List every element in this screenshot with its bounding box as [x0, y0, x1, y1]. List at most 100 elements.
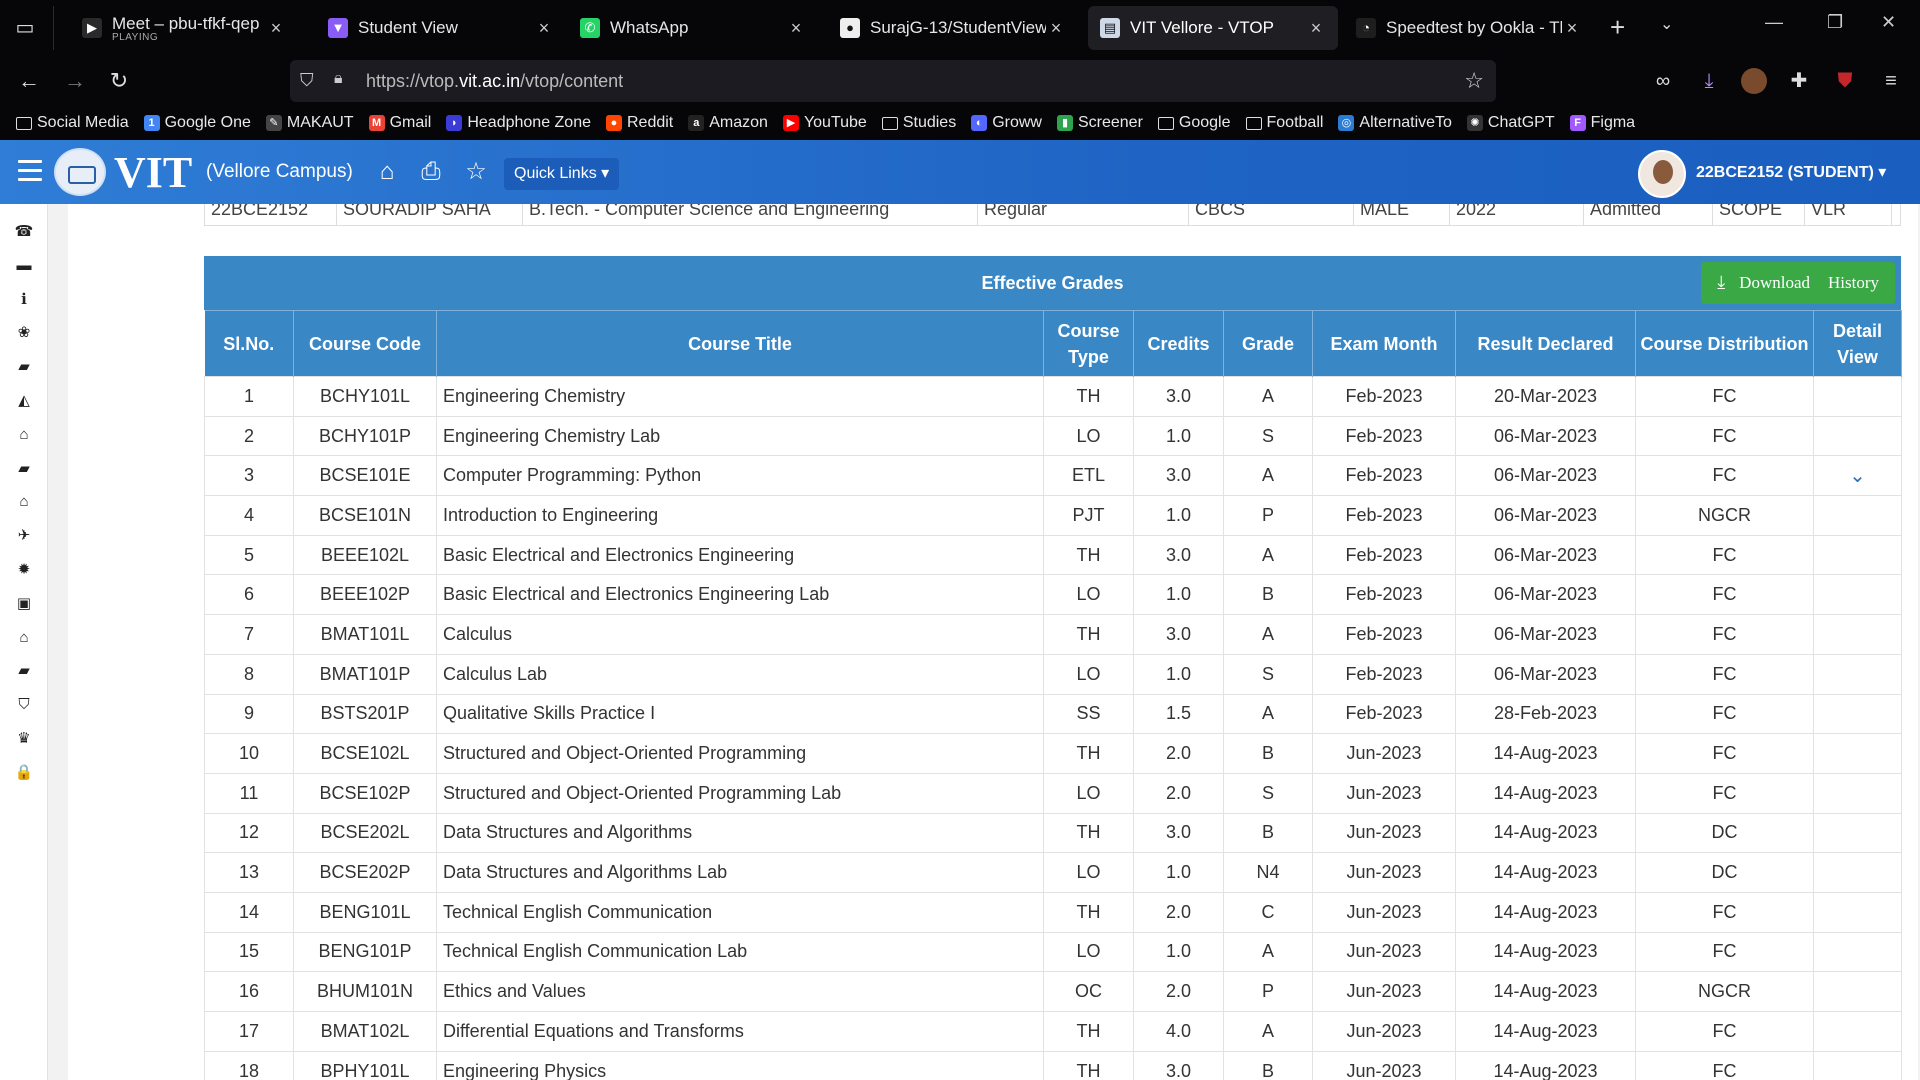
- bookmark-star-icon[interactable]: ☆: [1464, 68, 1484, 94]
- app-menu-icon[interactable]: ≡: [1878, 68, 1904, 94]
- home-icon[interactable]: ⌂: [372, 158, 402, 188]
- browser-navigation-bar: ← → ↻ ⛉ 🔒︎ https://vtop.vit.ac.in/vtop/c…: [0, 56, 1920, 106]
- star-icon[interactable]: ☆: [461, 158, 491, 188]
- book-icon[interactable]: ▰: [14, 357, 34, 377]
- list-all-tabs-icon[interactable]: ⌄: [1660, 14, 1673, 34]
- extensions-puzzle-icon[interactable]: ✚: [1786, 68, 1812, 94]
- bookmark-label: Gmail: [389, 114, 432, 131]
- university-icon[interactable]: ⌂: [14, 425, 34, 445]
- new-tab-button[interactable]: +: [1610, 10, 1625, 44]
- tab-title-text: VIT Vellore - VTOP: [1130, 18, 1274, 37]
- table-cell: TH: [1043, 1011, 1134, 1052]
- briefcase-icon[interactable]: ▬: [14, 256, 34, 276]
- table-cell: 5: [204, 534, 294, 576]
- browser-tab[interactable]: ▶ Meet – pbu-tfkf-qep PLAYING ×: [70, 6, 298, 50]
- close-tab-icon[interactable]: ×: [1562, 18, 1582, 39]
- table-cell: Jun-2023: [1312, 852, 1456, 893]
- bookmark-reddit[interactable]: ● Reddit: [606, 114, 673, 132]
- money-icon[interactable]: ▣: [14, 594, 34, 614]
- bookmark-gmail[interactable]: M Gmail: [368, 114, 432, 132]
- info-icon[interactable]: ℹ: [14, 290, 34, 310]
- close-tab-icon[interactable]: ×: [534, 18, 554, 39]
- book-icon[interactable]: ▰: [14, 661, 34, 681]
- table-cell: Jun-2023: [1312, 812, 1456, 854]
- restore-window-button[interactable]: ❐: [1827, 12, 1843, 33]
- ublock-origin-icon[interactable]: ⛊: [1832, 68, 1858, 94]
- table-cell: 6: [204, 574, 294, 616]
- downloads-icon[interactable]: ⤓: [1696, 68, 1722, 94]
- table-cell: [1813, 772, 1902, 814]
- lock-icon[interactable]: 🔒: [14, 763, 34, 783]
- home-icon[interactable]: ⌂: [14, 628, 34, 648]
- trophy-icon[interactable]: ♛: [14, 729, 34, 749]
- bookmark-social-media[interactable]: Social Media: [16, 114, 129, 132]
- bookmark-headphone-zone[interactable]: ◗ Headphone Zone: [446, 114, 591, 132]
- hamburger-menu-icon[interactable]: [18, 160, 42, 182]
- cog-icon[interactable]: ✹: [14, 560, 34, 580]
- browser-tab[interactable]: ◔ Speedtest by Ookla - The G×: [1344, 6, 1594, 50]
- chevron-down-icon[interactable]: ⌄: [1849, 465, 1866, 487]
- bank-icon[interactable]: ⌂: [14, 492, 34, 512]
- user-avatar[interactable]: [1638, 150, 1686, 198]
- table-cell: Feb-2023: [1312, 376, 1456, 417]
- bookmark-screener[interactable]: ▮ Screener: [1056, 114, 1143, 132]
- phone-icon[interactable]: ☎: [14, 222, 34, 242]
- bookmark-football[interactable]: Football: [1245, 114, 1323, 132]
- bookmark-alternativeto[interactable]: ◎ AlternativeTo: [1338, 114, 1452, 132]
- browser-tab[interactable]: ● SurajG-13/StudentView-Bac×: [828, 6, 1078, 50]
- close-tab-icon[interactable]: ×: [1046, 18, 1066, 39]
- url-text[interactable]: https://vtop.vit.ac.in/vtop/content: [366, 71, 623, 92]
- table-cell: 14-Aug-2023: [1455, 891, 1636, 933]
- print-icon[interactable]: ⎙: [416, 158, 446, 188]
- bookmark-makaut[interactable]: ✎ MAKAUT: [265, 114, 354, 132]
- browser-tab[interactable]: ▼ Student View ×: [316, 6, 566, 50]
- bookmark-google[interactable]: Google: [1157, 114, 1231, 132]
- close-window-button[interactable]: ✕: [1881, 12, 1896, 33]
- bookmark-chatgpt[interactable]: ✺ ChatGPT: [1466, 114, 1555, 132]
- table-cell: LO: [1043, 653, 1134, 695]
- book-open-icon[interactable]: ▰: [14, 459, 34, 479]
- back-arrow-icon[interactable]: ←: [14, 66, 44, 96]
- table-cell: [1813, 653, 1902, 695]
- user-menu[interactable]: 22BCE2152 (STUDENT) ▾: [1696, 162, 1886, 182]
- paw-icon[interactable]: ❀: [14, 323, 34, 343]
- tracking-shield-icon[interactable]: ⛉: [300, 70, 320, 92]
- bookmark-label: Headphone Zone: [467, 114, 591, 131]
- forward-arrow-icon[interactable]: →: [60, 66, 90, 96]
- bookmark-studies[interactable]: Studies: [881, 114, 956, 132]
- bookmark-label: YouTube: [803, 114, 867, 131]
- bookmark-favicon-icon: ◗: [446, 115, 463, 131]
- bookmark-groww[interactable]: ◐ Groww: [971, 114, 1042, 132]
- bookmark-amazon[interactable]: a Amazon: [688, 114, 768, 132]
- lock-icon[interactable]: 🔒︎: [334, 70, 354, 92]
- browser-tab[interactable]: ▤ VIT Vellore - VTOP ×: [1088, 6, 1338, 50]
- student-info-cell: SOURADIP SAHA: [337, 204, 523, 225]
- shield-icon[interactable]: ⛉: [14, 695, 34, 715]
- bookmark-google-one[interactable]: 1 Google One: [143, 114, 251, 132]
- quick-links-dropdown[interactable]: Quick Links ▾: [504, 158, 620, 190]
- graduation-cap-icon[interactable]: ◭: [14, 391, 34, 411]
- download-history-button[interactable]: ⤓ Download History: [1701, 262, 1895, 304]
- table-cell: 1.0: [1133, 574, 1224, 616]
- browser-tab[interactable]: ✆ WhatsApp ×: [568, 6, 818, 50]
- close-tab-icon[interactable]: ×: [1306, 18, 1326, 39]
- table-cell: BEEE102P: [293, 574, 437, 616]
- close-tab-icon[interactable]: ×: [786, 18, 806, 39]
- table-cell: DC: [1635, 852, 1814, 893]
- minimize-window-button[interactable]: —: [1765, 12, 1783, 33]
- column-header: Course Type: [1043, 310, 1134, 377]
- table-cell: BCSE202P: [293, 852, 437, 893]
- profile-avatar-icon[interactable]: [1741, 68, 1767, 94]
- plane-icon[interactable]: ✈: [14, 526, 34, 546]
- bookmark-figma[interactable]: F Figma: [1569, 114, 1635, 132]
- bookmark-youtube[interactable]: ▶ YouTube: [782, 114, 867, 132]
- tab-title-text: SurajG-13/StudentView-Bac: [870, 18, 1046, 37]
- close-tab-icon[interactable]: ×: [266, 18, 286, 39]
- address-bar[interactable]: ⛉ 🔒︎ https://vtop.vit.ac.in/vtop/content…: [290, 60, 1496, 102]
- mask-extension-icon[interactable]: ∞: [1650, 68, 1676, 94]
- reload-icon[interactable]: ↻: [104, 66, 134, 96]
- tab-overview-icon[interactable]: ▭: [8, 12, 42, 44]
- bookmark-label: Amazon: [709, 114, 768, 131]
- table-cell: 12: [204, 812, 294, 854]
- table-cell: FC: [1635, 693, 1814, 735]
